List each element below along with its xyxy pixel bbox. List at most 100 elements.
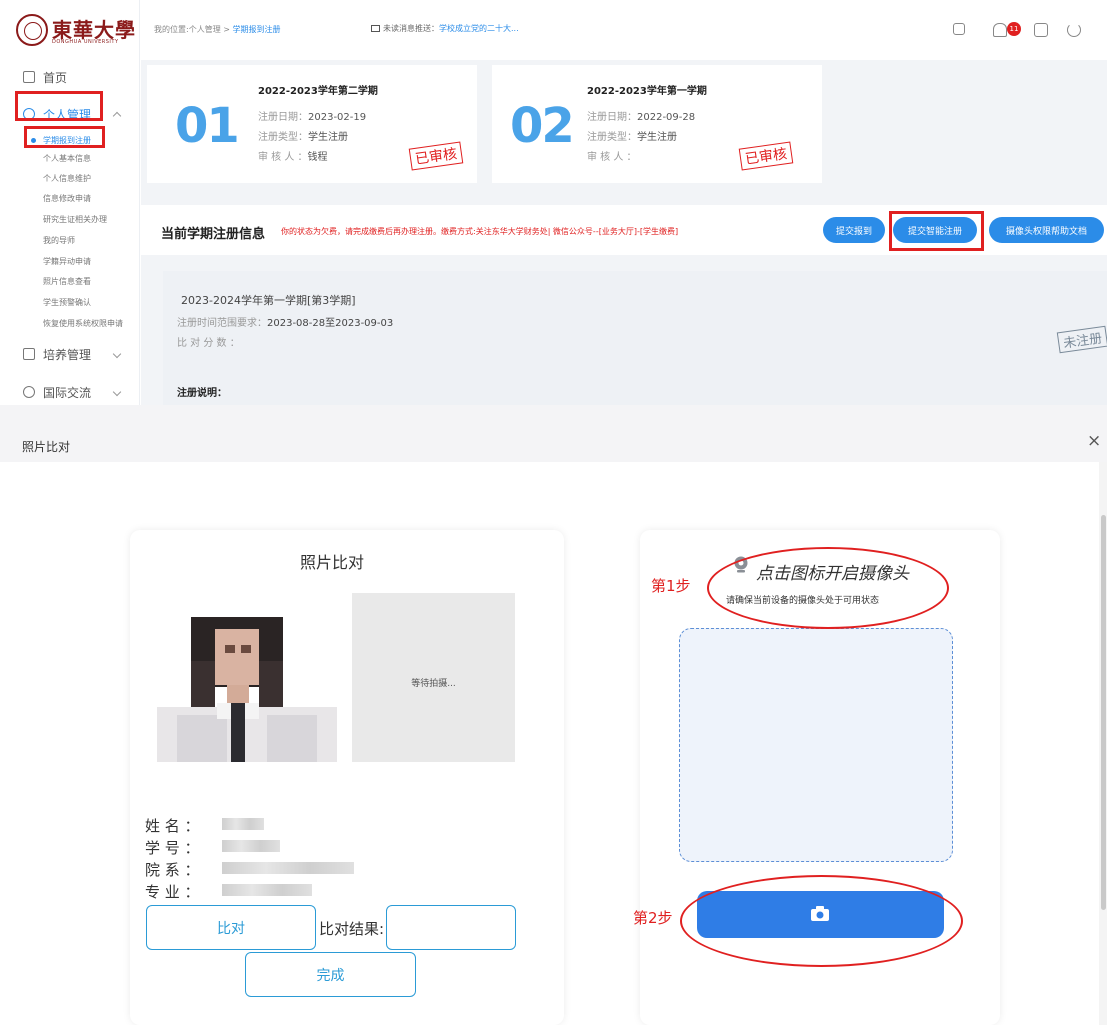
step1-annotation: 第1步	[651, 577, 691, 595]
modal-title: 照片比对	[22, 440, 71, 454]
university-logo-subtitle: DONGHUA UNIVERSITY	[52, 39, 119, 45]
notification-badge: 11	[1007, 22, 1021, 36]
sidebar: 東華大學 DONGHUA UNIVERSITY 首页 个人管理 学期报到注册 个…	[0, 0, 140, 405]
compare-result-label: 比对结果:	[319, 920, 385, 938]
chevron-up-icon	[112, 111, 122, 121]
type-value: 学生注册	[637, 132, 677, 143]
name-row: 姓 名 ：	[145, 815, 200, 836]
sidebar-item-label: 首页	[43, 70, 68, 85]
step1-ellipse	[707, 547, 949, 629]
type-label: 注册类型：	[587, 132, 637, 143]
student-id-value-redacted	[222, 840, 280, 852]
camera-preview-area	[679, 628, 953, 862]
sidebar-subitem-photo-info[interactable]: 照片信息查看	[43, 276, 91, 287]
sidebar-item-international[interactable]: 国际交流	[0, 381, 140, 403]
sidebar-item-label: 国际交流	[43, 385, 92, 400]
reviewer-label: 审 核 人 ：	[258, 152, 308, 163]
photo-compare-modal: 照片比对 × 照片比对 等待拍摄... 姓 名 ： 学 号 ： 院 系 ： 专 …	[0, 405, 1107, 1025]
step2-ellipse	[680, 875, 963, 967]
sidebar-subitem-info-maintain[interactable]: 个人信息维护	[43, 173, 91, 184]
name-value-redacted	[222, 818, 264, 830]
student-id-photo	[157, 617, 337, 762]
sidebar-subitem-info-change[interactable]: 信息修改申请	[43, 193, 91, 204]
semester-number-1: 01	[175, 98, 240, 154]
student-id-label: 学 号 ：	[145, 839, 200, 857]
registration-note-heading: 注册说明：	[177, 388, 227, 399]
top-bar: 我的位置:个人管理 > 学期报到注册 未读消息推送：学校成立党的二十大... 1…	[141, 0, 1107, 60]
sidebar-subitem-student-card[interactable]: 研究生证相关办理	[43, 214, 107, 225]
date-value: 2023-02-19	[308, 112, 367, 123]
major-value-redacted	[222, 884, 312, 896]
department-value-redacted	[222, 862, 354, 874]
breadcrumb-prefix: 我的位置:个人管理 >	[154, 25, 233, 34]
annotation-box-personal	[15, 91, 103, 121]
semester-type-1: 注册类型：学生注册	[258, 128, 348, 143]
app-root: 東華大學 DONGHUA UNIVERSITY 首页 个人管理 学期报到注册 个…	[0, 0, 1107, 1025]
message-link[interactable]: 学校成立党的二十大...	[439, 24, 519, 33]
department-label: 院 系 ：	[145, 861, 200, 879]
breadcrumb-current[interactable]: 学期报到注册	[232, 25, 280, 34]
range-label: 注册时间范围要求：	[177, 318, 267, 329]
step2-annotation: 第2步	[633, 909, 673, 927]
compare-button[interactable]: 比对	[146, 905, 316, 950]
modal-scrollbar-thumb[interactable]	[1101, 515, 1106, 910]
current-semester-name: 2023-2024学年第一学期[第3学期]	[181, 294, 356, 307]
name-label: 姓 名 ：	[145, 817, 200, 835]
student-id-row: 学 号 ：	[145, 837, 200, 858]
annotation-box-registration	[24, 126, 105, 148]
waiting-capture-text: 等待拍摄...	[411, 679, 456, 689]
breadcrumb: 我的位置:个人管理 > 学期报到注册	[154, 24, 280, 35]
lock-icon[interactable]	[1034, 23, 1048, 37]
sidebar-subitem-warning-confirm[interactable]: 学生预警确认	[43, 297, 91, 308]
sidebar-subitem-restore-permission[interactable]: 恢复使用系统权限申请	[43, 318, 123, 329]
mail-icon	[371, 25, 380, 32]
date-label: 注册日期：	[587, 112, 637, 123]
chevron-down-icon	[112, 349, 122, 359]
semester-reviewer-1: 审 核 人 ：钱程	[258, 148, 328, 163]
major-label: 专 业 ：	[145, 883, 200, 901]
training-icon	[23, 348, 35, 360]
annotation-box-smart-registration	[889, 211, 984, 251]
power-icon[interactable]	[1067, 23, 1081, 37]
semester-number-2: 02	[510, 98, 575, 154]
camera-help-doc-button[interactable]: 摄像头权限帮助文档	[989, 217, 1104, 243]
semester-date-2: 注册日期：2022-09-28	[587, 108, 695, 123]
home-icon	[23, 71, 35, 83]
registration-range: 注册时间范围要求：2023-08-28至2023-09-03	[177, 314, 393, 329]
message-prefix: 未读消息推送：	[383, 24, 439, 33]
sidebar-item-training[interactable]: 培养管理	[0, 343, 140, 365]
university-seal-logo	[16, 14, 48, 46]
captured-photo-placeholder: 等待拍摄...	[352, 593, 515, 762]
sidebar-item-home[interactable]: 首页	[0, 66, 140, 88]
chevron-down-icon	[112, 387, 122, 397]
photo-compare-card-title: 照片比对	[300, 553, 365, 572]
calendar-icon[interactable]	[953, 23, 965, 35]
portal-page: 東華大學 DONGHUA UNIVERSITY 首页 个人管理 学期报到注册 个…	[0, 0, 1107, 405]
sidebar-item-label: 培养管理	[43, 347, 92, 362]
bell-icon[interactable]	[993, 23, 1007, 37]
reviewer-value: 钱程	[307, 152, 328, 163]
compare-score: 比 对 分 数 ：	[177, 338, 240, 349]
semester-date-1: 注册日期：2023-02-19	[258, 108, 366, 123]
message-push: 未读消息推送：学校成立党的二十大...	[371, 23, 519, 34]
sidebar-subitem-status-change[interactable]: 学籍异动申请	[43, 256, 91, 267]
sidebar-subitem-basic-info[interactable]: 个人基本信息	[43, 153, 91, 164]
close-icon[interactable]: ×	[1087, 431, 1101, 451]
arrears-warning: 你的状态为欠费，请完成缴费后再办理注册。缴费方式:关注东华大学财务处| 微信公众…	[281, 227, 679, 236]
department-row: 院 系 ：	[145, 859, 200, 880]
reviewer-label: 审 核 人 ：	[587, 152, 637, 163]
range-value: 2023-08-28至2023-09-03	[267, 318, 394, 329]
done-button[interactable]: 完成	[245, 952, 416, 997]
compare-result-field[interactable]	[386, 905, 516, 950]
semester-title-1: 2022-2023学年第二学期	[258, 86, 378, 97]
submit-report-button[interactable]: 提交报到	[823, 217, 885, 243]
current-semester-title: 当前学期注册信息	[161, 227, 266, 242]
type-label: 注册类型：	[258, 132, 308, 143]
sidebar-subitem-advisor[interactable]: 我的导师	[43, 235, 75, 246]
date-value: 2022-09-28	[637, 112, 696, 123]
semester-title-2: 2022-2023学年第一学期	[587, 86, 707, 97]
major-row: 专 业 ：	[145, 881, 200, 902]
date-label: 注册日期：	[258, 112, 308, 123]
type-value: 学生注册	[308, 132, 348, 143]
semester-reviewer-2: 审 核 人 ：	[587, 148, 637, 163]
